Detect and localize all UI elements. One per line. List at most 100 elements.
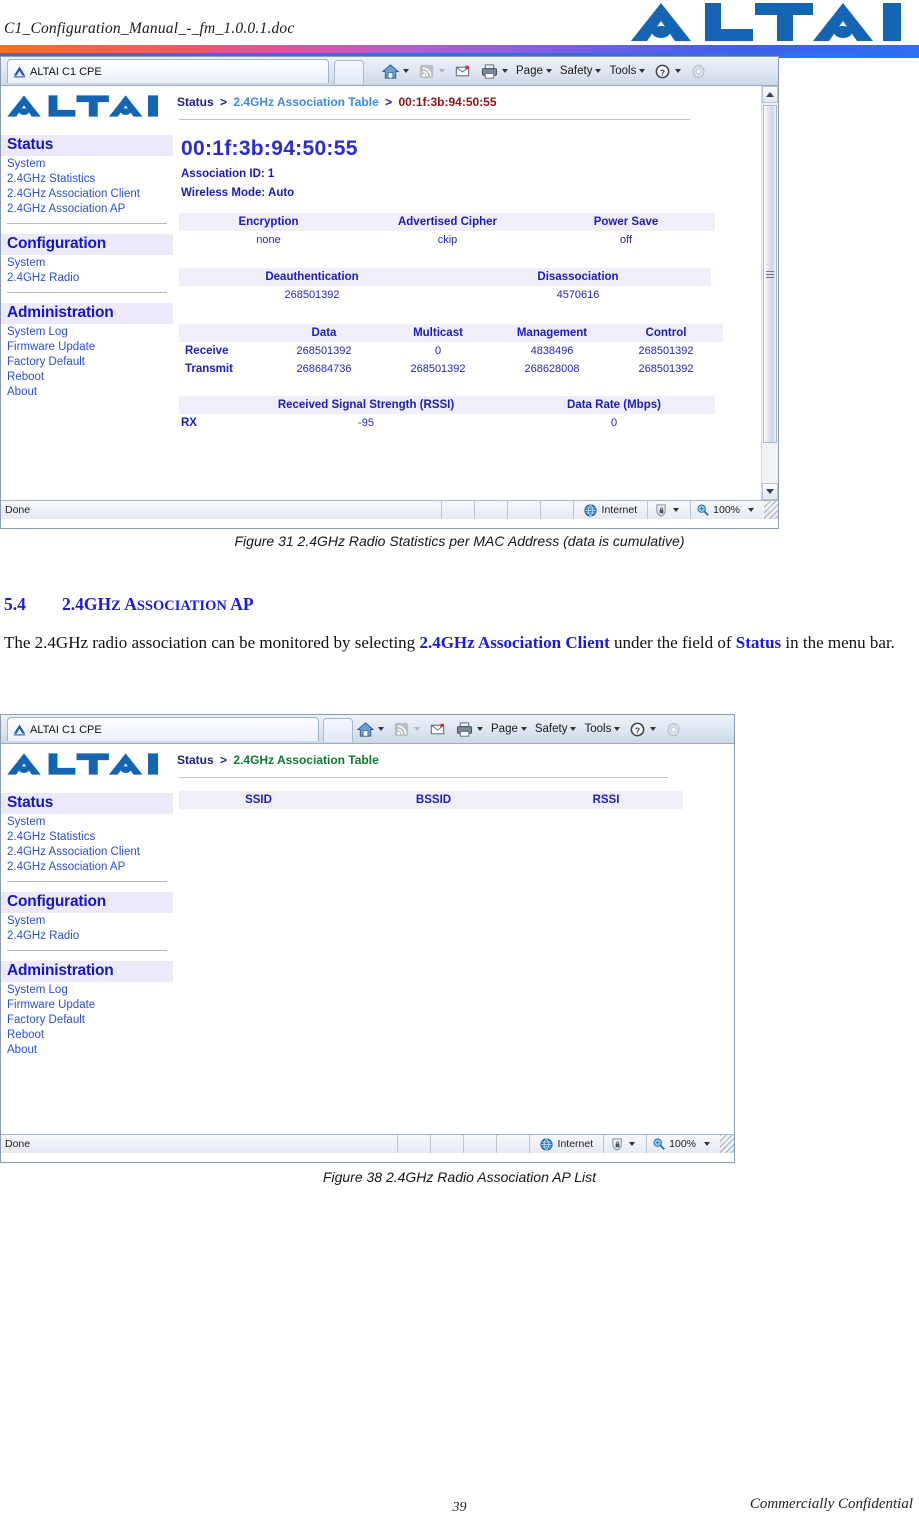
mail-button[interactable]	[428, 720, 447, 739]
security-zone-indicator[interactable]: Internet	[572, 501, 648, 519]
help-button[interactable]: ?	[628, 720, 661, 739]
sidebar-item-config-system[interactable]: System	[1, 913, 173, 928]
tools-menu[interactable]: Tools	[609, 65, 650, 77]
tools-menu[interactable]: Tools	[584, 723, 625, 735]
print-button[interactable]	[480, 62, 513, 81]
sidebar-item-system[interactable]: System	[1, 814, 173, 829]
sidebar-item-factory-default[interactable]: Factory Default	[1, 354, 173, 369]
sidebar-item-firmware-update[interactable]: Firmware Update	[1, 339, 173, 354]
sidebar-item-24ghz-radio[interactable]: 2.4GHz Radio	[1, 270, 173, 285]
sidebar-item-system[interactable]: System	[1, 156, 173, 171]
sidebar-item-system-log[interactable]: System Log	[1, 982, 173, 997]
section-number: 5.4	[4, 594, 26, 614]
status-cell	[506, 501, 540, 519]
page-menu[interactable]: Page	[491, 723, 532, 735]
section-title-association: SSOCIATION	[136, 598, 227, 614]
scroll-down-button[interactable]	[762, 483, 778, 500]
safety-menu-caret-icon[interactable]	[570, 727, 577, 731]
table-row: 268501392 4570616	[179, 286, 711, 304]
feeds-button[interactable]	[392, 720, 425, 739]
security-zone-indicator[interactable]: Internet	[528, 1135, 604, 1153]
sidebar-navigation: Status System 2.4GHz Statistics 2.4GHz A…	[1, 86, 174, 500]
table-header-row: Data Multicast Management Control	[179, 324, 723, 342]
col-encryption: Encryption	[179, 213, 358, 231]
resize-grip-icon[interactable]	[764, 501, 778, 519]
protected-mode-caret-icon[interactable]	[629, 1142, 636, 1146]
page-menu-label: Page	[491, 723, 518, 735]
tools-menu-caret-icon[interactable]	[614, 727, 621, 731]
sidebar-item-firmware-update[interactable]: Firmware Update	[1, 997, 173, 1012]
safety-menu[interactable]: Safety	[535, 723, 582, 735]
sidebar-item-reboot[interactable]: Reboot	[1, 369, 173, 384]
new-tab-button[interactable]	[323, 718, 353, 742]
zoom-control[interactable]: 100%	[646, 1135, 720, 1153]
scrollbar-thumb[interactable]	[763, 105, 777, 443]
breadcrumb-root[interactable]: Status	[177, 95, 214, 109]
confidentiality-notice: Commercially Confidential	[749, 1496, 913, 1512]
page-menu[interactable]: Page	[516, 65, 557, 77]
sidebar-item-about[interactable]: About	[1, 384, 173, 399]
protected-mode-indicator[interactable]	[647, 501, 690, 519]
home-dropdown-caret-icon[interactable]	[403, 69, 409, 73]
tools-menu-caret-icon[interactable]	[639, 69, 646, 73]
safety-menu-caret-icon[interactable]	[595, 69, 602, 73]
sidebar-item-about[interactable]: About	[1, 1042, 173, 1057]
feeds-button[interactable]	[417, 62, 450, 81]
new-tab-button[interactable]	[334, 60, 364, 84]
print-dropdown-caret-icon[interactable]	[477, 727, 483, 731]
browser-tab[interactable]: ALTAI C1 CPE	[7, 717, 319, 741]
shield-lock-icon	[612, 1137, 622, 1151]
sidebar-item-factory-default[interactable]: Factory Default	[1, 1012, 173, 1027]
rss-icon	[394, 722, 409, 736]
nav-divider	[7, 950, 167, 951]
zoom-control[interactable]: 100%	[690, 501, 764, 519]
paragraph-link-status[interactable]: Status	[736, 633, 781, 652]
sidebar-item-config-system[interactable]: System	[1, 255, 173, 270]
breadcrumb-root[interactable]: Status	[177, 753, 214, 767]
page-menu-caret-icon[interactable]	[520, 727, 527, 731]
sidebar-item-24ghz-association-ap[interactable]: 2.4GHz Association AP	[1, 201, 173, 216]
section-title-main: 2.4GH	[62, 594, 112, 614]
help-dropdown-caret-icon[interactable]	[675, 69, 682, 73]
resize-grip-icon[interactable]	[720, 1135, 734, 1153]
status-cell	[396, 1135, 430, 1153]
zoom-dropdown-caret-icon[interactable]	[748, 508, 754, 512]
home-dropdown-caret-icon[interactable]	[378, 727, 384, 731]
scroll-up-button[interactable]	[762, 86, 778, 103]
sidebar-item-24ghz-statistics[interactable]: 2.4GHz Statistics	[1, 829, 173, 844]
browser-tab[interactable]: ALTAI C1 CPE	[7, 59, 329, 83]
status-cell	[495, 1135, 529, 1153]
page-menu-caret-icon[interactable]	[545, 69, 552, 73]
sidebar-item-24ghz-statistics[interactable]: 2.4GHz Statistics	[1, 171, 173, 186]
zoom-dropdown-caret-icon[interactable]	[704, 1142, 710, 1146]
feeds-dropdown-caret-icon[interactable]	[439, 69, 445, 73]
sidebar-item-24ghz-radio[interactable]: 2.4GHz Radio	[1, 928, 173, 943]
sidebar-item-24ghz-association-ap[interactable]: 2.4GHz Association AP	[1, 859, 173, 874]
help-dropdown-caret-icon[interactable]	[650, 727, 657, 731]
vertical-scrollbar[interactable]	[761, 86, 778, 500]
paragraph-link-association-client[interactable]: 2.4GHz Association Client	[419, 633, 609, 652]
cell-encryption: none	[256, 234, 281, 246]
protected-mode-caret-icon[interactable]	[673, 508, 680, 512]
sidebar-item-24ghz-association-client[interactable]: 2.4GHz Association Client	[1, 186, 173, 201]
breadcrumb-table-link[interactable]: 2.4GHz Association Table	[233, 95, 378, 109]
home-button[interactable]	[356, 720, 389, 739]
protected-mode-indicator[interactable]	[603, 1135, 646, 1153]
feeds-dropdown-caret-icon[interactable]	[414, 727, 420, 731]
home-button[interactable]	[381, 62, 414, 81]
help-button[interactable]: ?	[653, 62, 686, 81]
print-button[interactable]	[455, 720, 488, 739]
print-dropdown-caret-icon[interactable]	[502, 69, 508, 73]
mail-button[interactable]	[453, 62, 472, 81]
sidebar-item-24ghz-association-client[interactable]: 2.4GHz Association Client	[1, 844, 173, 859]
sidebar-item-reboot[interactable]: Reboot	[1, 1027, 173, 1042]
col-deauthentication: Deauthentication	[179, 268, 445, 286]
status-cell	[473, 501, 507, 519]
sidebar-item-system-log[interactable]: System Log	[1, 324, 173, 339]
browser-status-bar: Done Internet 100%	[1, 1134, 734, 1153]
col-traffic-direction	[179, 324, 267, 342]
figure-caption-38: Figure 38 2.4GHz Radio Association AP Li…	[322, 1169, 597, 1185]
safety-menu[interactable]: Safety	[560, 65, 607, 77]
settings-button[interactable]	[664, 720, 683, 739]
settings-button[interactable]	[689, 62, 708, 81]
